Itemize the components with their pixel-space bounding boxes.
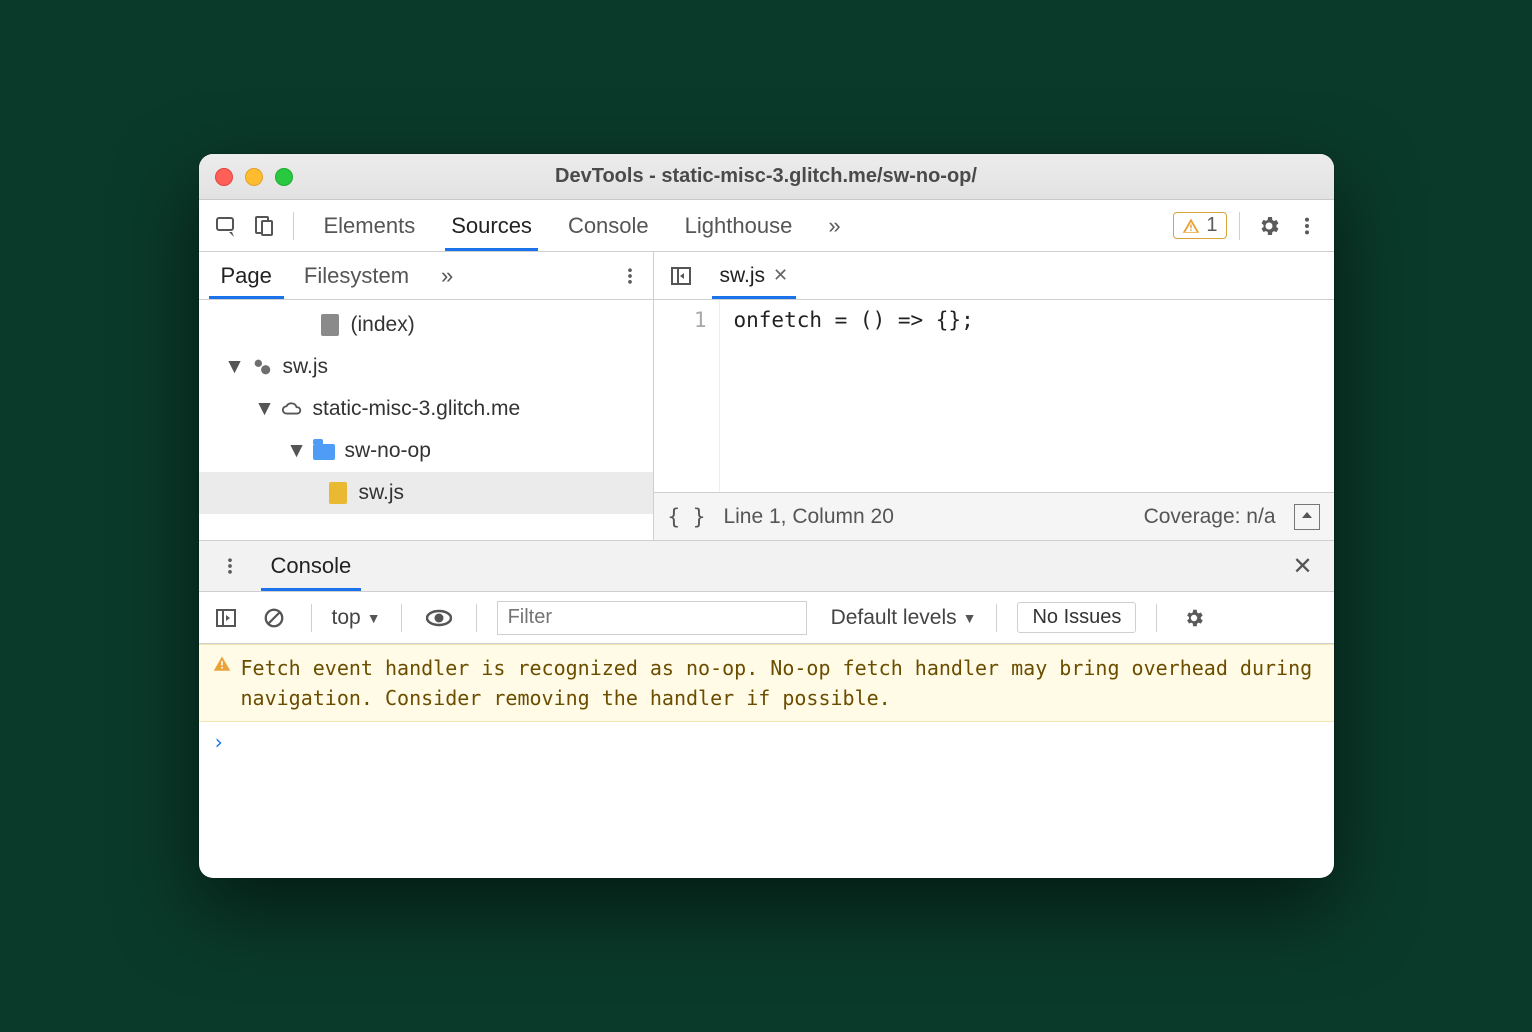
levels-label: Default levels (831, 606, 957, 630)
toggle-console-sidebar-icon[interactable] (209, 601, 243, 635)
gears-icon (251, 356, 273, 378)
expand-editor-icon[interactable] (1294, 504, 1320, 530)
file-tree[interactable]: (index) ▼ sw.js ▼ static-misc-3.glitch.m… (199, 300, 654, 540)
warning-triangle-icon (1182, 217, 1200, 235)
tree-item-index[interactable]: (index) (199, 304, 653, 346)
coverage-status: Coverage: n/a (1144, 505, 1276, 529)
warning-triangle-icon (213, 655, 231, 713)
clear-console-icon[interactable] (257, 601, 291, 635)
main-toolbar: Elements Sources Console Lighthouse » 1 (199, 200, 1334, 252)
warning-badge[interactable]: 1 (1173, 212, 1226, 239)
warning-text: Fetch event handler is recognized as no-… (241, 653, 1320, 713)
navigator-tabs: Page Filesystem » (199, 252, 654, 299)
divider (1239, 212, 1240, 240)
code-line: onfetch = () => {}; (734, 308, 974, 332)
tree-item-file-swjs[interactable]: sw.js (199, 472, 653, 514)
divider (1156, 604, 1157, 632)
warning-count: 1 (1206, 214, 1217, 237)
tab-sources[interactable]: Sources (433, 200, 550, 251)
tree-label: sw.js (359, 481, 405, 505)
inspect-element-icon[interactable] (209, 209, 243, 243)
chevron-down-icon: ▼ (367, 610, 381, 626)
file-tab-swjs[interactable]: sw.js ✕ (712, 252, 797, 299)
divider (293, 212, 294, 240)
subtab-page[interactable]: Page (205, 252, 288, 299)
drawer-header: Console ✕ (199, 540, 1334, 592)
tab-elements[interactable]: Elements (306, 200, 434, 251)
chevron-down-icon[interactable]: ▼ (259, 397, 271, 421)
prompt-caret-icon: › (213, 730, 225, 754)
devtools-window: DevTools - static-misc-3.glitch.me/sw-no… (199, 154, 1334, 878)
tree-item-domain[interactable]: ▼ static-misc-3.glitch.me (199, 388, 653, 430)
tree-item-serviceworker[interactable]: ▼ sw.js (199, 346, 653, 388)
code-editor[interactable]: 1 onfetch = () => {}; (654, 300, 1334, 492)
console-body: Fetch event handler is recognized as no-… (199, 644, 1334, 878)
console-toolbar: top ▼ Default levels ▼ No Issues (199, 592, 1334, 644)
maximize-window-button[interactable] (275, 168, 293, 186)
tab-lighthouse[interactable]: Lighthouse (667, 200, 811, 251)
tree-label: sw-no-op (345, 439, 431, 463)
issues-button[interactable]: No Issues (1017, 602, 1136, 633)
chevron-down-icon[interactable]: ▼ (229, 355, 241, 379)
navigator-menu-icon[interactable] (613, 259, 647, 293)
document-icon (319, 314, 341, 336)
code-editor-pane: 1 onfetch = () => {}; { } Line 1, Column… (654, 300, 1334, 540)
folder-icon (313, 440, 335, 462)
sources-split: (index) ▼ sw.js ▼ static-misc-3.glitch.m… (199, 300, 1334, 540)
subtab-filesystem[interactable]: Filesystem (288, 252, 425, 299)
window-title: DevTools - static-misc-3.glitch.me/sw-no… (199, 165, 1334, 188)
file-tab-label: sw.js (720, 264, 766, 288)
window-controls (199, 168, 293, 186)
live-expression-icon[interactable] (422, 601, 456, 635)
divider (401, 604, 402, 632)
editor-tabs: sw.js ✕ (654, 252, 1334, 299)
tree-item-folder[interactable]: ▼ sw-no-op (199, 430, 653, 472)
device-toggle-icon[interactable] (247, 209, 281, 243)
settings-gear-icon[interactable] (1252, 209, 1286, 243)
console-settings-icon[interactable] (1177, 601, 1211, 635)
cursor-position: Line 1, Column 20 (723, 505, 893, 529)
close-drawer-icon[interactable]: ✕ (1286, 549, 1320, 583)
panel-tabs: Elements Sources Console Lighthouse » (306, 200, 859, 251)
line-gutter: 1 (654, 300, 720, 492)
tree-label: static-misc-3.glitch.me (313, 397, 521, 421)
divider (311, 604, 312, 632)
line-number: 1 (654, 308, 707, 332)
toggle-navigator-icon[interactable] (664, 259, 698, 293)
close-tab-icon[interactable]: ✕ (773, 265, 788, 286)
log-levels-selector[interactable]: Default levels ▼ (831, 606, 977, 630)
more-tabs-icon[interactable]: » (810, 200, 858, 251)
divider (996, 604, 997, 632)
sources-subpanel: Page Filesystem » sw.js ✕ (199, 252, 1334, 300)
code-content[interactable]: onfetch = () => {}; (720, 300, 974, 492)
close-window-button[interactable] (215, 168, 233, 186)
context-label: top (332, 606, 361, 630)
tree-label: (index) (351, 313, 415, 337)
more-subtabs-icon[interactable]: » (425, 252, 469, 299)
context-selector[interactable]: top ▼ (332, 606, 381, 630)
drawer-tab-console[interactable]: Console (261, 541, 362, 591)
console-warning-message[interactable]: Fetch event handler is recognized as no-… (199, 644, 1334, 722)
cloud-icon (281, 398, 303, 420)
more-menu-icon[interactable] (1290, 209, 1324, 243)
filter-input[interactable] (497, 601, 807, 635)
divider (476, 604, 477, 632)
titlebar: DevTools - static-misc-3.glitch.me/sw-no… (199, 154, 1334, 200)
console-prompt[interactable]: › (199, 722, 1334, 762)
chevron-down-icon: ▼ (963, 610, 977, 626)
chevron-down-icon[interactable]: ▼ (291, 439, 303, 463)
minimize-window-button[interactable] (245, 168, 263, 186)
js-file-icon (327, 482, 349, 504)
pretty-print-icon[interactable]: { } (668, 505, 706, 529)
editor-statusbar: { } Line 1, Column 20 Coverage: n/a (654, 492, 1334, 540)
tab-console[interactable]: Console (550, 200, 667, 251)
drawer-menu-icon[interactable] (213, 549, 247, 583)
tree-label: sw.js (283, 355, 329, 379)
